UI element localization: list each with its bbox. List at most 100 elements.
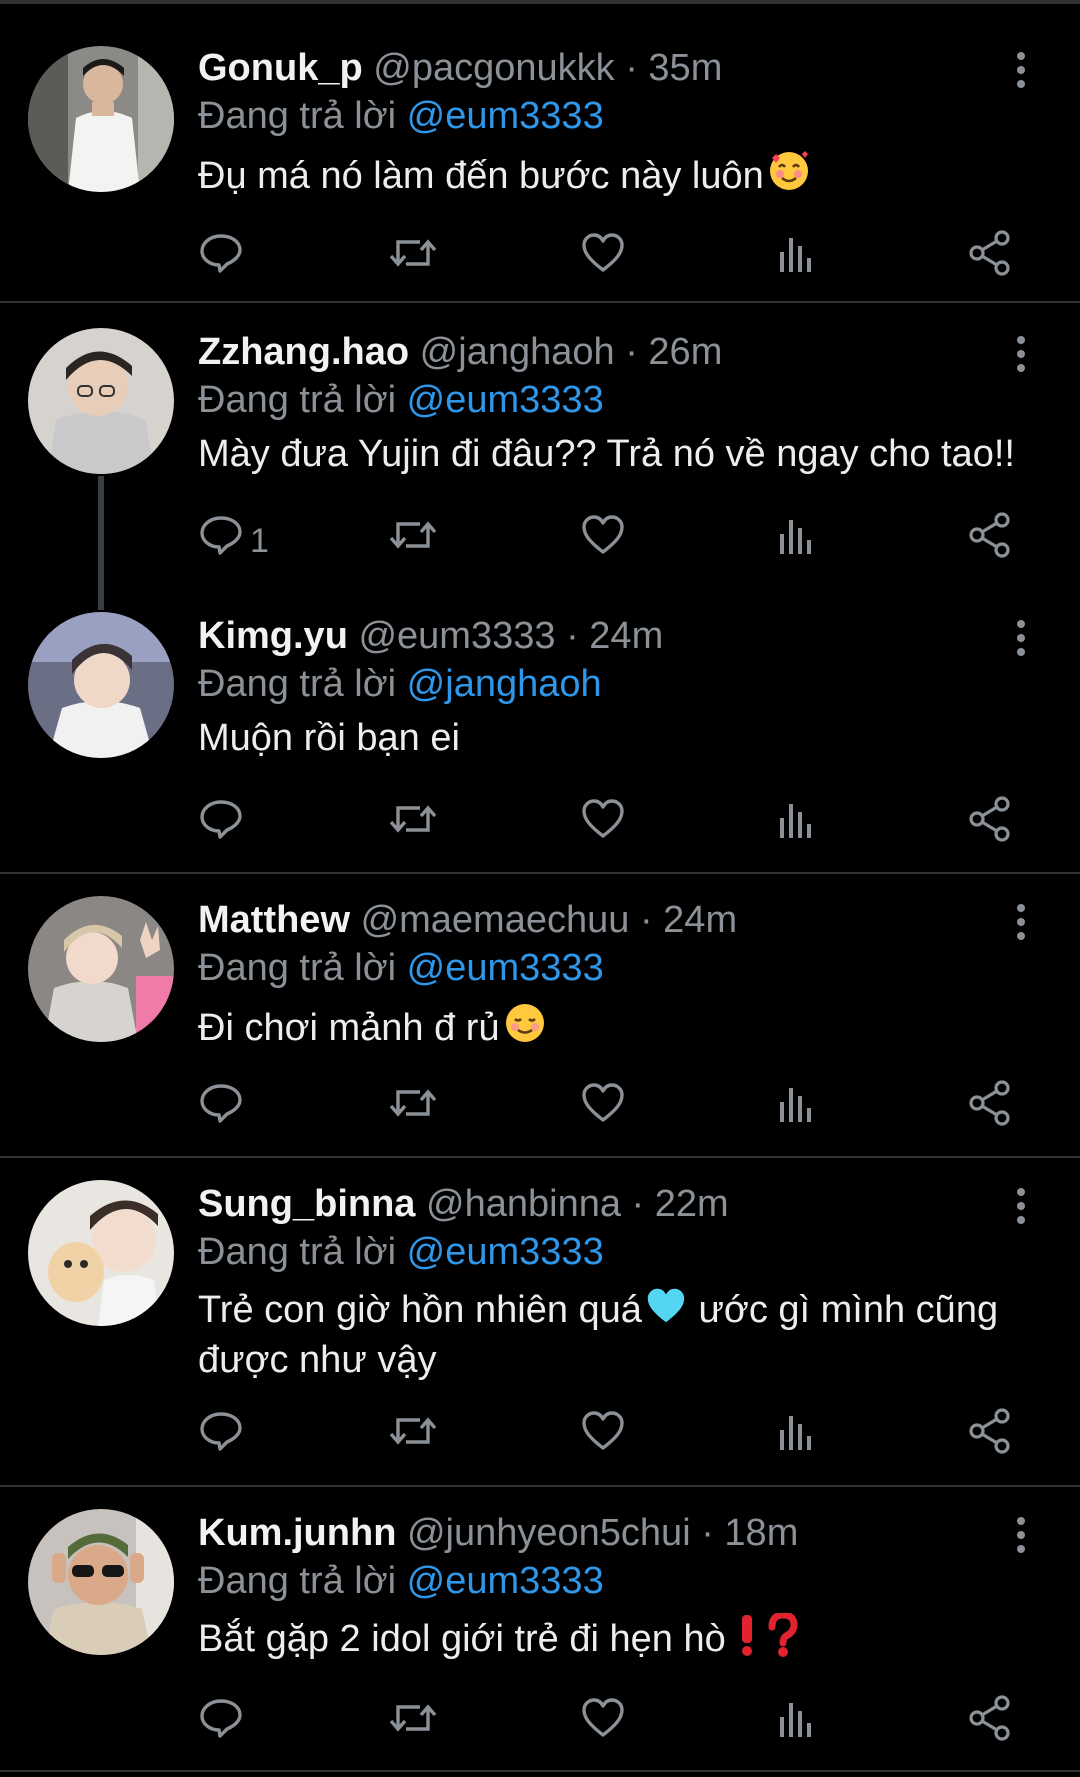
reply-button[interactable] [198, 230, 244, 290]
tweet-kumjunhn[interactable]: Kum.junhn @junhyeon5chui · 18m Đang trả … [0, 1505, 1080, 1755]
action-bar: 1 [198, 512, 1028, 572]
separator-dot: · [639, 899, 653, 941]
views-button[interactable] [776, 796, 816, 856]
avatar-kimgyu[interactable] [28, 612, 174, 758]
author-name[interactable]: Kimg.yu [198, 615, 348, 657]
retweet-icon [389, 1704, 437, 1732]
red-exclamation-icon [736, 1613, 758, 1667]
author-handle[interactable]: @janghaoh [420, 331, 615, 373]
tweet-kimgyu[interactable]: Kimg.yu @eum3333 · 24m Đang trả lời @jan… [0, 608, 1080, 850]
replying-label: Đang trả lời [198, 947, 397, 989]
avatar-matthew[interactable] [28, 896, 174, 1042]
more-vertical-icon[interactable] [1006, 1511, 1036, 1561]
views-button[interactable] [776, 1695, 816, 1755]
tweet-text: Đi chơi mảnh đ rủ [198, 1000, 1038, 1056]
share-button[interactable] [968, 1695, 1012, 1755]
retweet-button[interactable] [388, 1408, 438, 1468]
more-vertical-icon[interactable] [1006, 898, 1036, 948]
separator-dot: · [566, 615, 579, 657]
share-button[interactable] [968, 230, 1012, 290]
tweet-text: Mày đưa Yujin đi đâu?? Trả nó về ngay ch… [198, 432, 1058, 476]
share-button[interactable] [968, 1408, 1012, 1468]
heart-icon [582, 1698, 624, 1737]
share-icon [969, 1695, 1010, 1741]
avatar-image [28, 896, 174, 1042]
tweet-sungbinna[interactable]: Sung_binna @hanbinna · 22m Đang trả lời … [0, 1176, 1080, 1466]
retweet-button[interactable] [388, 1695, 438, 1755]
mention-link[interactable]: @janghaoh [407, 663, 602, 705]
avatar-zzhang[interactable] [28, 328, 174, 474]
timestamp[interactable]: 26m [648, 331, 722, 373]
retweet-button[interactable] [388, 1080, 438, 1140]
author-handle[interactable]: @pacgonukkk [373, 47, 614, 89]
mention-link[interactable]: @eum3333 [407, 379, 604, 421]
tweet-gonuk[interactable]: Gonuk_p @pacgonukkk · 35m Đang trả lời @… [0, 40, 1080, 276]
tweet-text-content: Trẻ con giờ hồn nhiên quá [198, 1289, 642, 1331]
author-name[interactable]: Sung_binna [198, 1183, 415, 1225]
mention-link[interactable]: @eum3333 [407, 1560, 604, 1602]
retweet-icon [389, 1089, 437, 1117]
avatar-kumjunhn[interactable] [28, 1509, 174, 1655]
like-button[interactable] [580, 1695, 626, 1755]
mention-link[interactable]: @eum3333 [407, 1231, 604, 1273]
retweet-button[interactable] [388, 512, 438, 572]
author-name[interactable]: Zzhang.hao [198, 331, 409, 373]
action-bar [198, 796, 1028, 856]
timestamp[interactable]: 35m [648, 47, 722, 89]
views-button[interactable] [776, 512, 816, 572]
bar-chart-icon [780, 238, 811, 272]
replying-label: Đang trả lời [198, 95, 397, 137]
separator-dot: · [701, 1512, 714, 1554]
like-button[interactable] [580, 230, 626, 290]
reply-button[interactable] [198, 1408, 244, 1468]
timestamp[interactable]: 24m [663, 899, 737, 941]
more-vertical-icon[interactable] [1006, 1182, 1036, 1232]
views-button[interactable] [776, 230, 816, 290]
author-name[interactable]: Matthew [198, 899, 350, 941]
replying-label: Đang trả lời [198, 379, 397, 421]
more-vertical-icon[interactable] [1006, 614, 1036, 664]
timestamp[interactable]: 24m [589, 615, 663, 657]
views-button[interactable] [776, 1080, 816, 1140]
retweet-button[interactable] [388, 796, 438, 856]
author-handle[interactable]: @hanbinna [426, 1183, 621, 1225]
tweet-matthew[interactable]: Matthew @maemaechuu · 24m Đang trả lời @… [0, 892, 1080, 1136]
views-button[interactable] [776, 1408, 816, 1468]
author-handle[interactable]: @junhyeon5chui [407, 1512, 691, 1554]
share-button[interactable] [968, 796, 1012, 856]
reply-button[interactable] [198, 1695, 244, 1755]
author-handle[interactable]: @maemaechuu [361, 899, 630, 941]
reply-button[interactable] [198, 796, 244, 856]
tweet-text-content: Bắt gặp 2 idol giới trẻ đi hẹn hò [198, 1618, 726, 1660]
share-icon [969, 796, 1010, 842]
replying-to: Đang trả lời @janghaoh [198, 656, 602, 712]
more-vertical-icon[interactable] [1006, 330, 1036, 380]
mention-link[interactable]: @eum3333 [407, 947, 604, 989]
reply-icon [200, 516, 242, 555]
like-button[interactable] [580, 1408, 626, 1468]
author-name[interactable]: Kum.junhn [198, 1512, 396, 1554]
tweet-text: Muộn rồi bạn ei [198, 716, 1038, 760]
reply-button[interactable] [198, 1080, 244, 1140]
share-button[interactable] [968, 512, 1012, 572]
separator-dot: · [625, 331, 638, 373]
reply-icon [200, 1699, 242, 1738]
timestamp[interactable]: 22m [655, 1183, 729, 1225]
bar-chart-icon [780, 1703, 811, 1737]
heart-icon [582, 1083, 624, 1122]
tweet-divider [0, 1770, 1080, 1772]
author-handle[interactable]: @eum3333 [358, 615, 555, 657]
reply-button[interactable]: 1 [198, 512, 269, 572]
timestamp[interactable]: 18m [724, 1512, 798, 1554]
like-button[interactable] [580, 512, 626, 572]
share-button[interactable] [968, 1080, 1012, 1140]
author-name[interactable]: Gonuk_p [198, 47, 363, 89]
like-button[interactable] [580, 1080, 626, 1140]
tweet-zzhang[interactable]: Zzhang.hao @janghaoh · 26m Đang trả lời … [0, 324, 1080, 610]
mention-link[interactable]: @eum3333 [407, 95, 604, 137]
avatar-sungbinna[interactable] [28, 1180, 174, 1326]
like-button[interactable] [580, 796, 626, 856]
more-vertical-icon[interactable] [1006, 46, 1036, 96]
retweet-button[interactable] [388, 230, 438, 290]
avatar-gonuk[interactable] [28, 46, 174, 192]
